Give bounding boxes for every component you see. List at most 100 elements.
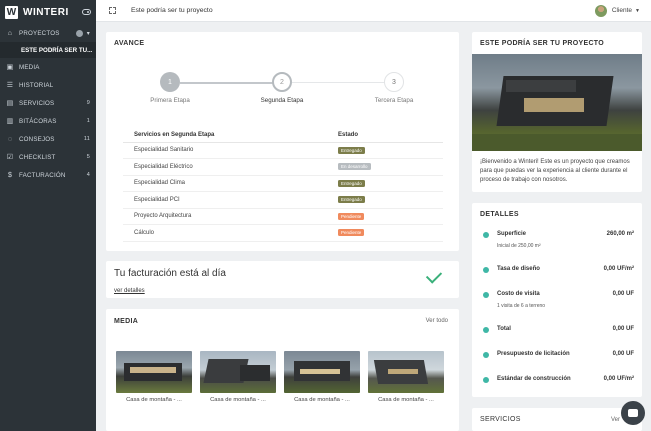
step-label: Segunda Etapa (260, 97, 304, 104)
sidebar-item-media[interactable]: ▣ MEDIA (0, 58, 96, 76)
home-icon: ⌂ (7, 29, 13, 37)
visit-icon (483, 292, 489, 298)
sidebar-item-badge: 11 (83, 136, 90, 142)
sidebar-item-label: PROYECTOS (19, 29, 60, 37)
media-item[interactable]: Casa de montaña - ... (284, 351, 360, 403)
column-header-service: Servicios en Segunda Etapa (123, 128, 327, 143)
detail-label: Costo de visita (497, 291, 540, 297)
table-row: Cálculo Pendiente (123, 224, 443, 242)
status-badge: En desarrollo (338, 163, 371, 171)
avance-title: AVANCE (114, 40, 145, 47)
sidebar-item-proyectos[interactable]: ⌂ PROYECTOS ▾ (0, 24, 96, 42)
detail-value: 260,00 m² (606, 231, 634, 237)
detail-row-tasa: Tasa de diseño 0,00 UF/m² (472, 264, 642, 289)
sidebar-nav: ⌂ PROYECTOS ▾ ESTE PODRÍA SER TU... ▣ ME… (0, 24, 96, 184)
table-row: Especialidad Clima Entregado (123, 175, 443, 192)
sidebar-item-label: CHECKLIST (19, 153, 56, 161)
ver-detalles-link[interactable]: ver detalles (114, 288, 145, 294)
detail-label: Presupuesto de licitación (497, 351, 570, 357)
topbar: Este podría ser tu proyecto Cliente ▼ (96, 0, 651, 22)
service-status: En desarrollo (327, 158, 443, 176)
detail-row-visita: Costo de visita 1 visita de 6 a terreno … (472, 289, 642, 314)
table-header-row: Servicios en Segunda Etapa Estado (123, 128, 443, 143)
detail-label: Estándar de construcción (497, 376, 571, 382)
sidebar-item-checklist[interactable]: ☑ CHECKLIST 5 (0, 148, 96, 166)
service-name: Especialidad PCI (123, 191, 327, 209)
status-badge: Entregado (338, 146, 365, 154)
sidebar: W WINTERI ⌂ PROYECTOS ▾ ESTE PODRÍA SER … (0, 0, 96, 431)
book-icon: ▥ (6, 118, 14, 125)
sidebar-item-badge: 9 (86, 100, 90, 106)
step-circle: 1 (160, 72, 180, 92)
sidebar-item-bitacoras[interactable]: ▥ BITÁCORAS 1 (0, 112, 96, 130)
media-item[interactable]: Casa de montaña - ... (368, 351, 444, 403)
step-label: Primera Etapa (150, 97, 190, 104)
project-image (472, 54, 642, 151)
detail-label: Total (497, 326, 511, 332)
media-thumbnail (200, 351, 276, 393)
chat-icon: ◌ (7, 135, 13, 143)
detail-value: 0,00 UF (612, 291, 634, 297)
resize-icon (483, 232, 489, 238)
media-caption: Casa de montaña - ... (294, 397, 350, 403)
media-item[interactable]: Casa de montaña - ... (200, 351, 276, 403)
service-name: Cálculo (123, 224, 327, 242)
media-thumbnail (116, 351, 192, 393)
table-row: Especialidad Sanitario Entregado (123, 142, 443, 159)
detail-row-presupuesto: Presupuesto de licitación 0,00 UF (472, 349, 642, 374)
step-2[interactable]: 2 Segunda Etapa (252, 72, 312, 104)
ver-todo-link[interactable]: Ver todo (426, 318, 448, 324)
detail-row-superficie: Superficie Inicial de 250,00 m² 260,00 m… (472, 229, 642, 254)
sidebar-item-badge: 5 (86, 154, 90, 160)
document-icon: ▤ (6, 100, 14, 107)
facturacion-card: Tu facturación está al día ver detalles (106, 261, 459, 298)
sidebar-sub-item-project[interactable]: ESTE PODRÍA SER TU... (0, 42, 96, 58)
sidebar-item-facturacion[interactable]: $ FACTURACIÓN 4 (0, 166, 96, 184)
detail-label: Superficie (497, 231, 527, 237)
step-3[interactable]: 3 Tercera Etapa (364, 72, 424, 104)
media-card: MEDIA Ver todo Casa de montaña - ... Cas… (106, 309, 459, 431)
step-1[interactable]: 1 Primera Etapa (140, 72, 200, 104)
status-badge: Pendiente (338, 229, 365, 237)
table-row: Especialidad Eléctrico En desarrollo (123, 158, 443, 176)
media-item[interactable]: Casa de montaña - ... (116, 351, 192, 403)
service-name: Especialidad Clima (123, 175, 327, 192)
chevron-down-icon: ▼ (635, 7, 640, 14)
user-menu[interactable]: Cliente ▼ (594, 4, 640, 17)
brand-name: WINTERI (23, 6, 69, 18)
servicios-ver-link[interactable]: Ver (611, 417, 620, 423)
proyecto-title: ESTE PODRÍA SER TU PROYECTO (480, 40, 605, 47)
status-badge: Entregado (338, 179, 365, 187)
media-thumbnail (368, 351, 444, 393)
sidebar-item-label: CONSEJOS (19, 135, 55, 143)
rate-icon (483, 267, 489, 273)
proyecto-card: ESTE PODRÍA SER TU PROYECTO ¡Bienvenido … (472, 32, 642, 192)
service-name: Especialidad Sanitario (123, 142, 327, 159)
budget-icon (483, 352, 489, 358)
expand-icon[interactable] (109, 7, 116, 14)
brand[interactable]: W WINTERI (0, 0, 96, 24)
detail-sub: Inicial de 250,00 m² (497, 243, 541, 249)
image-icon: ▣ (6, 64, 14, 71)
winteri-logo-icon: W (5, 5, 18, 19)
step-circle: 3 (384, 72, 404, 92)
sidebar-item-consejos[interactable]: ◌ CONSEJOS 11 (0, 130, 96, 148)
chat-button[interactable] (621, 401, 645, 425)
project-description: ¡Bienvenido a Winteri! Este es un proyec… (480, 159, 630, 183)
sidebar-item-servicios[interactable]: ▤ SERVICIOS 9 (0, 94, 96, 112)
status-badge: Pendiente (338, 212, 365, 220)
sidebar-item-indicator (75, 29, 83, 37)
dollar-icon: $ (7, 171, 13, 179)
list-icon: ☰ (6, 82, 14, 89)
sidebar-item-label: FACTURACIÓN (19, 171, 66, 179)
detail-value: 0,00 UF (612, 326, 634, 332)
service-status: Pendiente (327, 208, 443, 225)
toggle-icon[interactable] (82, 9, 91, 15)
service-name: Especialidad Eléctrico (123, 158, 327, 176)
table-row: Proyecto Arquitectura Pendiente (123, 208, 443, 225)
media-caption: Casa de montaña - ... (126, 397, 182, 403)
step-label: Tercera Etapa (374, 97, 414, 104)
service-status: Entregado (327, 191, 443, 209)
avance-card: AVANCE 1 Primera Etapa 2 Segunda Etapa 3… (106, 32, 459, 251)
sidebar-item-historial[interactable]: ☰ HISTORIAL (0, 76, 96, 94)
